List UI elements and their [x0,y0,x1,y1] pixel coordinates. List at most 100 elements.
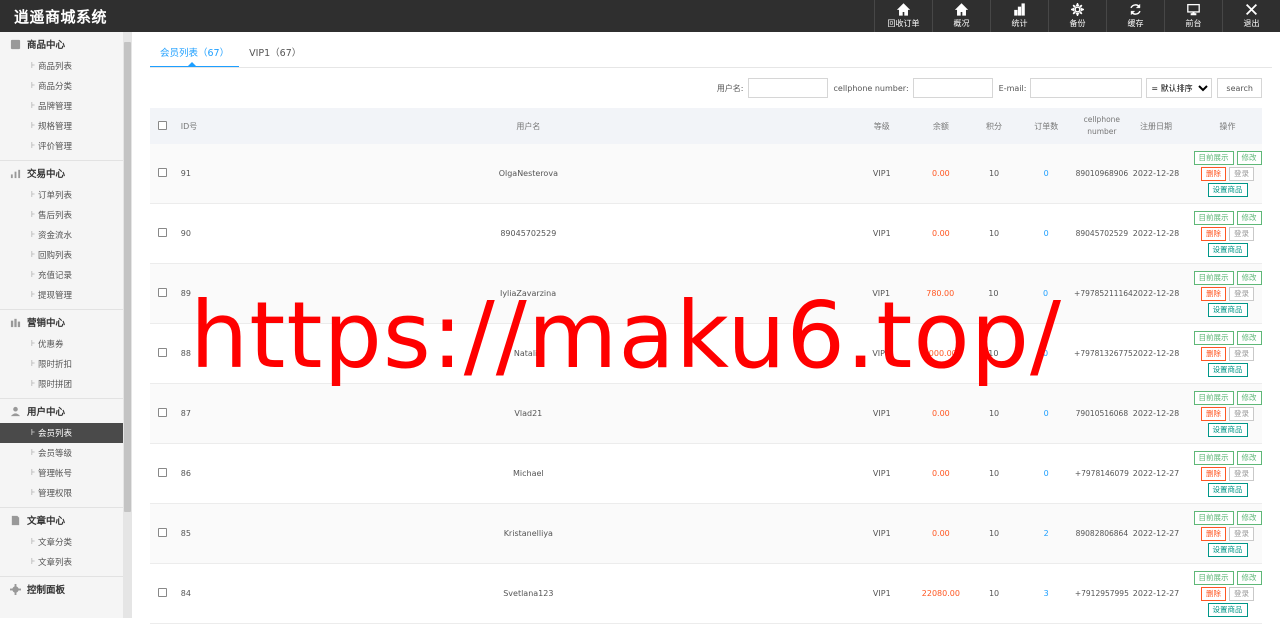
set-goods-button[interactable]: 设置商品 [1207,542,1248,557]
delete-button[interactable]: 删除 [1201,526,1227,541]
sidebar-group-head[interactable]: 控制面板 [0,577,131,601]
topnav-recycle-orders[interactable]: 回收订单 [874,0,932,32]
show-button[interactable]: 目前展示 [1193,210,1234,225]
edit-button[interactable]: 修改 [1236,570,1262,585]
username-input[interactable] [747,78,828,98]
row-orders[interactable]: 2 [1018,529,1075,538]
login-button[interactable]: 登录 [1229,166,1255,181]
sidebar-item-goods-list[interactable]: ⊦ 商品列表 [0,56,123,76]
topnav-statistics[interactable]: 统计 [990,0,1048,32]
sidebar-item-orders[interactable]: ⊦ 订单列表 [0,185,123,205]
edit-button[interactable]: 修改 [1236,330,1262,345]
delete-button[interactable]: 删除 [1201,346,1227,361]
topnav-frontend[interactable]: 前台 [1164,0,1222,32]
delete-button[interactable]: 删除 [1201,166,1227,181]
login-button[interactable]: 登录 [1229,466,1255,481]
row-checkbox[interactable] [158,288,168,297]
login-button[interactable]: 登录 [1229,226,1255,241]
sidebar-item-article-category[interactable]: ⊦ 文章分类 [0,532,123,552]
sidebar-group-head[interactable]: 用户中心 [0,399,131,423]
delete-button[interactable]: 删除 [1201,586,1227,601]
scroll-thumb[interactable] [124,42,131,512]
delete-button[interactable]: 删除 [1201,466,1227,481]
row-checkbox[interactable] [158,168,168,177]
sidebar-group-head[interactable]: 文章中心 [0,508,131,532]
sidebar-item-flash-discount[interactable]: ⊦ 限时折扣 [0,354,123,374]
row-checkbox[interactable] [158,348,168,357]
show-button[interactable]: 目前展示 [1193,450,1234,465]
email-input[interactable] [1030,78,1143,98]
sidebar-item-admin-permissions[interactable]: ⊦ 管理权限 [0,483,123,503]
row-orders[interactable]: 0 [1018,409,1075,418]
tab-vip1[interactable]: VIP1（67） [239,40,311,68]
row-orders[interactable]: 3 [1018,589,1075,598]
search-button[interactable]: search [1217,78,1262,98]
row-checkbox[interactable] [158,588,168,597]
sidebar-item-member-level[interactable]: ⊦ 会员等级 [0,443,123,463]
edit-button[interactable]: 修改 [1236,270,1262,285]
sidebar-item-goods-category[interactable]: ⊦ 商品分类 [0,76,123,96]
delete-button[interactable]: 删除 [1201,286,1227,301]
set-goods-button[interactable]: 设置商品 [1207,602,1248,617]
row-orders[interactable]: 0 [1018,229,1075,238]
row-checkbox[interactable] [158,528,168,537]
topnav-backup[interactable]: 备份 [1048,0,1106,32]
sidebar-group-head[interactable]: 商品中心 [0,32,131,56]
sidebar-item-article-list[interactable]: ⊦ 文章列表 [0,552,123,572]
show-button[interactable]: 目前展示 [1193,150,1234,165]
sidebar-item-coupon[interactable]: ⊦ 优惠券 [0,334,123,354]
show-button[interactable]: 目前展示 [1193,330,1234,345]
sidebar-item-review[interactable]: ⊦ 评价管理 [0,136,123,156]
topnav-cache[interactable]: 缓存 [1106,0,1164,32]
row-checkbox[interactable] [158,228,168,237]
set-goods-button[interactable]: 设置商品 [1207,302,1248,317]
edit-button[interactable]: 修改 [1236,450,1262,465]
sidebar-item-admin-accounts[interactable]: ⊦ 管理帐号 [0,463,123,483]
login-button[interactable]: 登录 [1229,406,1255,421]
edit-button[interactable]: 修改 [1236,210,1262,225]
sidebar-item-withdraw[interactable]: ⊦ 提现管理 [0,285,123,305]
edit-button[interactable]: 修改 [1236,510,1262,525]
sidebar-item-after-sales[interactable]: ⊦ 售后列表 [0,205,123,225]
show-button[interactable]: 目前展示 [1193,390,1234,405]
login-button[interactable]: 登录 [1229,286,1255,301]
set-goods-button[interactable]: 设置商品 [1207,182,1248,197]
sidebar-item-cash-flow[interactable]: ⊦ 资金流水 [0,225,123,245]
set-goods-button[interactable]: 设置商品 [1207,362,1248,377]
sidebar-item-brand[interactable]: ⊦ 品牌管理 [0,96,123,116]
delete-button[interactable]: 删除 [1201,406,1227,421]
row-checkbox[interactable] [158,408,168,417]
row-orders[interactable]: 0 [1017,289,1074,298]
sidebar-item-label: 限时折扣 [38,360,73,370]
sidebar-item-spec[interactable]: ⊦ 规格管理 [0,116,123,136]
login-button[interactable]: 登录 [1229,526,1255,541]
sidebar-item-group-buy[interactable]: ⊦ 限时拼团 [0,374,123,394]
phone-input[interactable] [912,78,993,98]
sidebar-item-buyback[interactable]: ⊦ 回购列表 [0,245,123,265]
row-checkbox[interactable] [158,468,168,477]
set-goods-button[interactable]: 设置商品 [1207,422,1248,437]
sort-select[interactable]: = 默认排序 = [1146,78,1213,98]
sidebar-item-member-list[interactable]: ⊦ 会员列表 [0,423,123,443]
row-orders[interactable]: 0 [1017,349,1074,358]
tab-member-list[interactable]: 会员列表（67） [150,40,240,68]
sidebar-item-recharge[interactable]: ⊦ 充值记录 [0,265,123,285]
sidebar-group-head[interactable]: 交易中心 [0,161,131,185]
set-goods-button[interactable]: 设置商品 [1207,482,1248,497]
sidebar-group-head[interactable]: 营销中心 [0,310,131,334]
row-orders[interactable]: 0 [1018,169,1075,178]
sidebar-scrollbar[interactable] [123,32,132,618]
topnav-logout[interactable]: 退出 [1222,0,1280,32]
topnav-overview[interactable]: 概况 [932,0,990,32]
edit-button[interactable]: 修改 [1236,390,1262,405]
show-button[interactable]: 目前展示 [1193,270,1234,285]
show-button[interactable]: 目前展示 [1193,570,1234,585]
row-orders[interactable]: 0 [1018,469,1075,478]
show-button[interactable]: 目前展示 [1193,510,1234,525]
login-button[interactable]: 登录 [1229,586,1255,601]
set-goods-button[interactable]: 设置商品 [1207,242,1248,257]
edit-button[interactable]: 修改 [1236,150,1262,165]
select-all-checkbox[interactable] [158,120,168,130]
login-button[interactable]: 登录 [1229,346,1255,361]
delete-button[interactable]: 删除 [1201,226,1227,241]
